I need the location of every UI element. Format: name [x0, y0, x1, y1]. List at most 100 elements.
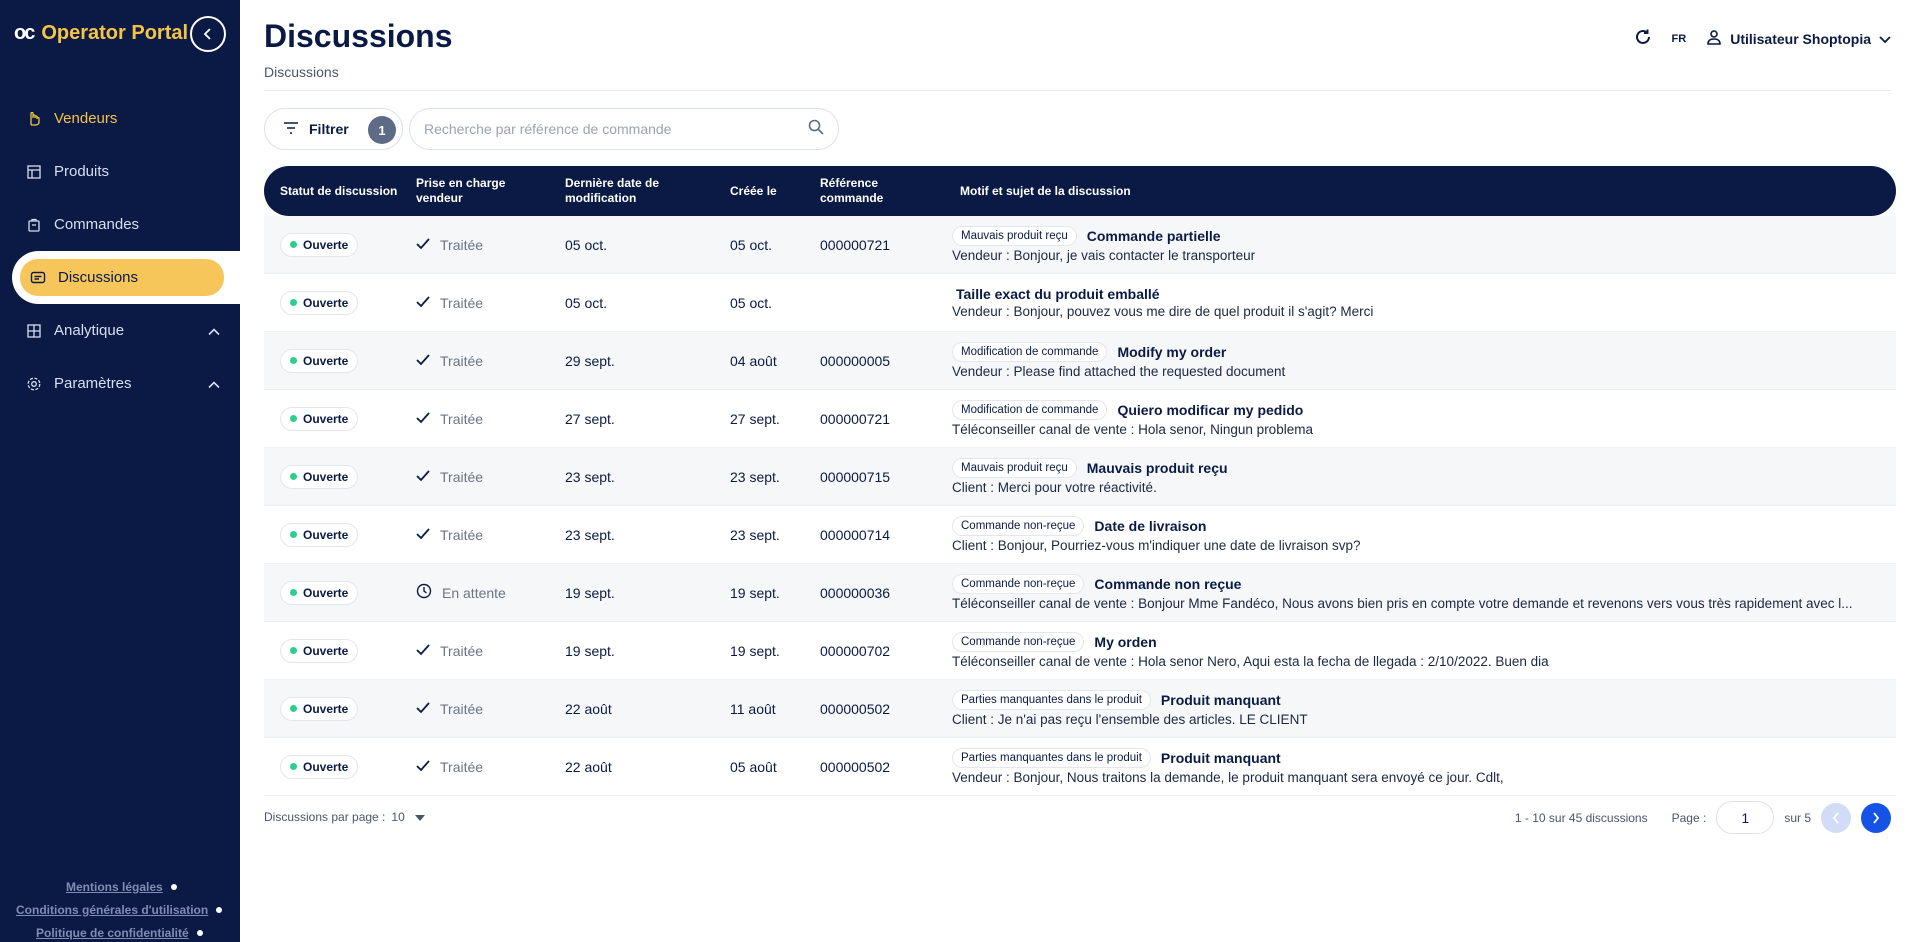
cell-modified: 23 sept.: [565, 468, 615, 485]
column-header[interactable]: Motif et sujet de la discussion: [944, 184, 1896, 199]
cell-modified: 23 sept.: [565, 526, 615, 543]
filter-button[interactable]: Filtrer 1: [264, 108, 403, 150]
column-header[interactable]: Dernière date de modification: [549, 176, 714, 206]
table-row[interactable]: Ouverte Traitée 05 oct. 05 oct. Taille e…: [264, 274, 1896, 332]
sidebar-item-produits[interactable]: Produits: [0, 145, 240, 198]
cell-status: Ouverte: [264, 696, 400, 721]
refresh-icon[interactable]: [1634, 28, 1652, 49]
last-message: Téléconseiller canal de vente : Bonjour …: [952, 596, 1853, 611]
subject-header: Modification de commande Quiero modifica…: [952, 400, 1896, 420]
status-label: Ouverte: [303, 295, 349, 310]
status-label: Ouverte: [303, 527, 349, 542]
handled-label: Traitée: [440, 236, 484, 253]
subject-header: Parties manquantes dans le produit Produ…: [952, 690, 1896, 710]
column-header[interactable]: Statut de discussion: [264, 184, 400, 199]
cell-modified: 22 août: [565, 758, 612, 775]
motif-tag: Mauvais produit reçu: [952, 226, 1077, 246]
table-row[interactable]: Ouverte Traitée 19 sept. 19 sept. 000000…: [264, 622, 1896, 680]
cell-modified: 05 oct.: [565, 236, 608, 253]
sidebar-item-vendeurs[interactable]: Vendeurs: [0, 92, 240, 145]
footer-link-privacy[interactable]: Politique de confidentialité: [0, 921, 240, 942]
cell-subject: Mauvais produit reçu Commande partielle …: [944, 226, 1896, 263]
status-badge: Ouverte: [280, 348, 359, 373]
page-total: sur 5: [1784, 810, 1811, 825]
collapse-sidebar-button[interactable]: [190, 16, 226, 52]
cell-order-ref: 000000702: [820, 642, 891, 659]
user-name: Utilisateur Shoptopia: [1730, 30, 1871, 47]
active-item-pill[interactable]: Discussions: [20, 259, 224, 296]
caret-down-icon[interactable]: [414, 810, 425, 824]
footer-link-label[interactable]: Mentions légales: [66, 880, 163, 894]
per-page-select[interactable]: 10: [391, 810, 404, 824]
sidebar-item-discussions[interactable]: Discussions: [0, 251, 242, 304]
handled-label: Traitée: [440, 758, 484, 775]
table-row[interactable]: Ouverte Traitée 22 août 05 août 00000050…: [264, 738, 1896, 796]
status-dot: [290, 415, 297, 422]
per-page-label: Discussions par page :: [264, 810, 386, 824]
breadcrumb[interactable]: Discussions: [264, 64, 339, 80]
cell-order-ref: 000000502: [820, 758, 891, 775]
table-row[interactable]: Ouverte Traitée 29 sept. 04 août 0000000…: [264, 332, 1896, 390]
sidebar-item-analytique[interactable]: Analytique: [0, 304, 240, 357]
brand[interactable]: oc Operator Portal: [14, 22, 188, 45]
last-message: Téléconseiller canal de vente : Hola sen…: [952, 422, 1313, 437]
subject-title: Date de livraison: [1094, 518, 1207, 534]
handled-label: En attente: [442, 584, 506, 601]
table-row[interactable]: Ouverte Traitée 05 oct. 05 oct. 00000072…: [264, 216, 1896, 274]
cell-order-ref: 000000714: [820, 526, 891, 543]
table-row[interactable]: Ouverte Traitée 23 sept. 23 sept. 000000…: [264, 448, 1896, 506]
motif-tag: Mauvais produit reçu: [952, 458, 1077, 478]
column-header[interactable]: Prise en charge vendeur: [400, 176, 549, 206]
chevron-up-icon: [208, 375, 220, 392]
page-title: Discussions: [264, 18, 453, 54]
column-header[interactable]: Référence commande: [804, 176, 944, 206]
status-badge: Ouverte: [280, 580, 359, 605]
search-input[interactable]: [424, 121, 808, 137]
footer-link-label[interactable]: Conditions générales d'utilisation: [16, 903, 208, 917]
status-label: Ouverte: [303, 237, 349, 252]
next-page-button[interactable]: [1861, 802, 1891, 833]
handled-status: Traitée: [416, 411, 483, 427]
cell-created: 19 sept.: [730, 584, 780, 601]
table-row[interactable]: Ouverte En attente 19 sept. 19 sept. 000…: [264, 564, 1896, 622]
cell-status: Ouverte: [264, 348, 400, 373]
status-badge: Ouverte: [280, 290, 359, 315]
column-header[interactable]: Créée le: [714, 184, 804, 199]
cell-modified: 19 sept.: [565, 584, 615, 601]
language-switch[interactable]: FR: [1672, 33, 1687, 45]
motif-tag: Commande non-reçue: [952, 574, 1085, 594]
handled-status: Traitée: [416, 469, 483, 485]
main-content: Discussions Discussions FR Utilisateur S…: [240, 0, 1911, 942]
search-icon[interactable]: [808, 119, 824, 140]
table-row[interactable]: Ouverte Traitée 27 sept. 27 sept. 000000…: [264, 390, 1896, 448]
discussions-table: Statut de discussion Prise en charge ven…: [264, 166, 1896, 796]
sidebar-item-parametres[interactable]: Paramètres: [0, 357, 240, 410]
footer-link-cgu[interactable]: Conditions générales d'utilisation: [0, 898, 240, 921]
cell-order-ref: 000000005: [820, 352, 891, 369]
pagination: 1 - 10 sur 45 discussions Page : sur 5: [1515, 801, 1891, 834]
table-row[interactable]: Ouverte Traitée 23 sept. 23 sept. 000000…: [264, 506, 1896, 564]
status-label: Ouverte: [303, 353, 349, 368]
motif-tag: Commande non-reçue: [952, 516, 1085, 536]
check-icon: [416, 643, 430, 659]
cell-modified: 29 sept.: [565, 352, 615, 369]
table-row[interactable]: Ouverte Traitée 22 août 11 août 00000050…: [264, 680, 1896, 738]
footer-link-label[interactable]: Politique de confidentialité: [36, 926, 189, 940]
status-badge: Ouverte: [280, 638, 359, 663]
cell-subject: Modification de commande Modify my order…: [944, 342, 1896, 379]
sidebar-item-commandes[interactable]: Commandes: [0, 198, 240, 251]
search-box: [409, 108, 839, 150]
check-icon: [416, 237, 430, 253]
previous-page-button[interactable]: [1821, 802, 1851, 833]
user-menu[interactable]: Utilisateur Shoptopia: [1706, 29, 1891, 48]
handled-status: Traitée: [416, 353, 483, 369]
sidebar-item-label: Analytique: [54, 322, 125, 339]
cell-created: 11 août: [730, 700, 776, 717]
check-icon: [416, 701, 430, 717]
cell-modified: 22 août: [565, 700, 612, 717]
footer-link-mentions[interactable]: Mentions légales: [0, 875, 240, 898]
filter-count-badge: 1: [368, 116, 396, 144]
page-number-input[interactable]: [1716, 801, 1775, 834]
check-icon: [416, 527, 430, 543]
cell-status: Ouverte: [264, 290, 400, 315]
